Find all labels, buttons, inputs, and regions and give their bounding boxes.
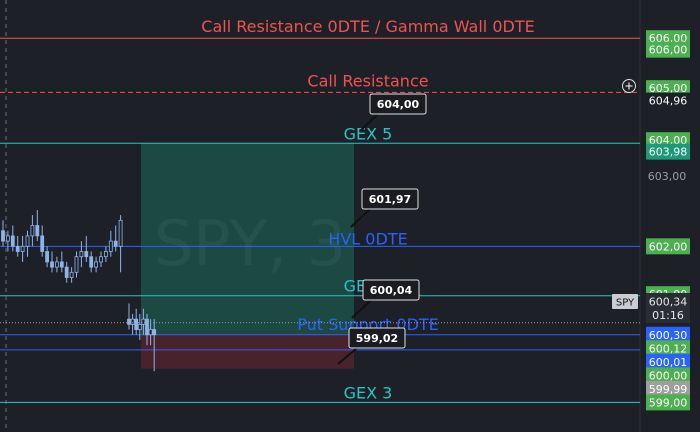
candle-body <box>113 240 118 247</box>
candle-body <box>148 329 153 336</box>
candle-body <box>130 318 135 325</box>
price-badge-label: 600,01 <box>649 356 688 369</box>
candle-body <box>141 318 146 325</box>
price-badge-label: 599,99 <box>649 383 688 396</box>
candle-body <box>79 251 84 258</box>
candle-body <box>50 261 54 268</box>
level-label: GEX 3 <box>344 383 393 402</box>
candle-body <box>6 235 10 242</box>
price-badge-label: 606,00 <box>649 44 688 57</box>
price-chart[interactable]: SPY, 3 Call Resistance 0DTE / Gamma Wall… <box>0 0 700 432</box>
level-label: GEX 5 <box>344 124 393 143</box>
symbol-tag-label: SPY <box>616 298 635 309</box>
candle-body <box>55 261 59 268</box>
candle-body <box>30 225 35 237</box>
callout-value: 599,02 <box>356 332 398 345</box>
callout-value: 600,04 <box>370 284 413 297</box>
price-badge-label: 600,12 <box>649 342 688 355</box>
candle-body <box>99 256 103 263</box>
price-badge-label: 603,98 <box>649 146 688 159</box>
price-badge: 602,00 <box>646 238 690 255</box>
level-label: Call Resistance <box>307 71 428 90</box>
price-badge-label: 600,30 <box>649 329 688 342</box>
price-badge: 603,98 <box>646 143 690 160</box>
price-badge: 599,00 <box>646 394 690 411</box>
callout-value: 604,00 <box>377 98 420 111</box>
price-badge-label: 604,96 <box>649 95 688 108</box>
candle-body <box>69 271 74 278</box>
price-badge-label: 600,00 <box>649 369 688 382</box>
candle-body <box>118 219 123 247</box>
price-badge: 606,00 <box>646 41 690 58</box>
candle-body <box>108 240 113 252</box>
price-badge-label: 599,00 <box>649 396 688 409</box>
symbol-watermark: SPY, 3 <box>154 207 346 280</box>
candle-body <box>137 323 142 330</box>
candle-body <box>104 251 108 258</box>
candle-body <box>134 318 139 330</box>
candle-body <box>1 230 5 242</box>
axis-tick-603: 603,00 <box>648 170 687 183</box>
candle-body <box>59 261 64 268</box>
candle-body <box>25 235 30 247</box>
candle-body <box>127 318 131 325</box>
candle-body <box>152 329 157 336</box>
current-price-value: 600,34 <box>649 296 688 309</box>
candle-body <box>74 256 79 273</box>
candle-body <box>89 256 94 268</box>
candle-body <box>15 245 20 252</box>
candle-body <box>84 251 89 258</box>
candle-body <box>10 235 15 247</box>
loss-zone[interactable] <box>141 334 354 369</box>
price-badge: 604,96 <box>646 92 690 109</box>
candle-body <box>145 318 149 336</box>
price-badge-label: 602,00 <box>649 240 688 253</box>
callout-value: 601,97 <box>369 193 411 206</box>
level-label: Call Resistance 0DTE / Gamma Wall 0DTE <box>201 17 534 36</box>
candle-body <box>40 235 45 252</box>
candle-body <box>35 225 40 237</box>
candle-body <box>94 261 98 268</box>
candle-body <box>45 251 49 263</box>
candle-countdown: 01:16 <box>652 309 684 322</box>
level-label: HVL 0DTE <box>328 229 407 248</box>
candle-body <box>20 245 25 252</box>
candle-body <box>64 266 69 278</box>
